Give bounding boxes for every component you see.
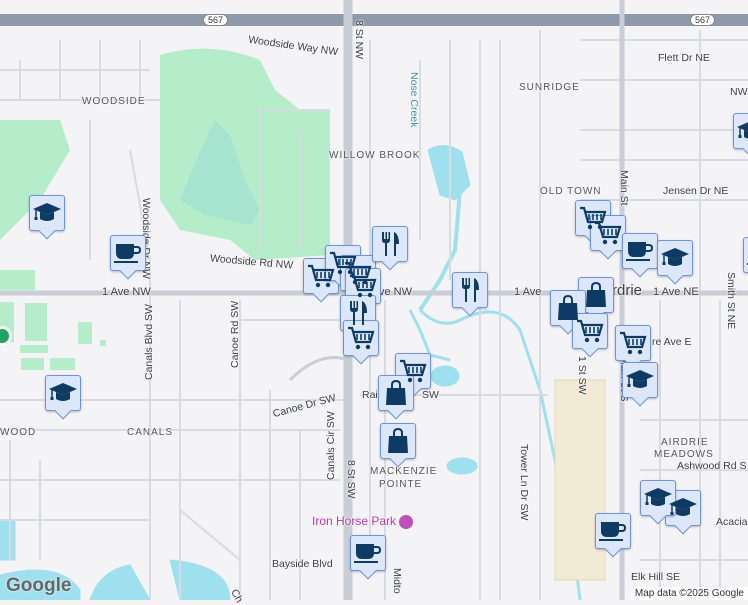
road-label-tower-ln: Tower Ln Dr SW xyxy=(518,444,530,521)
marker-box xyxy=(615,325,651,361)
bag-icon xyxy=(384,379,408,407)
road-label-acacia: Acacia xyxy=(716,516,748,528)
road-label-canals-blvd: Canals Blvd SW xyxy=(143,304,155,380)
map-marker-cup[interactable] xyxy=(622,233,658,278)
area-label-woodside: WOODSIDE xyxy=(82,96,146,107)
area-label-airdrie-meadows: AIRDRIE xyxy=(661,437,709,448)
map-attribution[interactable]: Map data ©2025 Google xyxy=(630,587,748,600)
map-marker-cutlery[interactable] xyxy=(452,272,488,317)
map-marker-cup[interactable] xyxy=(595,513,631,558)
google-logo: Google xyxy=(6,575,72,596)
map-marker-graduation[interactable] xyxy=(29,195,65,240)
cup-icon xyxy=(353,541,383,565)
road-label-1-ave: 1 Ave xyxy=(514,286,542,298)
graduation-icon xyxy=(625,368,655,392)
cup-icon xyxy=(113,241,143,265)
area-label-airdrie-meadows-2: MEADOWS xyxy=(654,449,714,460)
map-marker-graduation[interactable] xyxy=(45,375,81,420)
marker-box xyxy=(452,272,488,308)
map-marker-cup[interactable] xyxy=(743,237,748,281)
poi-label: Iron Horse Park xyxy=(312,514,397,528)
area-label-sunridge: SUNRIDGE xyxy=(519,82,580,93)
area-label-wood: WOOD xyxy=(0,427,37,438)
graduation-icon xyxy=(660,246,690,270)
poi-iron-horse-park[interactable]: Iron Horse Park xyxy=(312,514,414,529)
cup-icon xyxy=(598,519,628,543)
map-marker-graduation[interactable] xyxy=(622,362,658,407)
city-label-airdrie: rdrie xyxy=(612,282,643,299)
map-marker-cup[interactable] xyxy=(110,235,146,280)
highway-shield-567: 567 xyxy=(203,14,229,26)
map-marker-graduation[interactable] xyxy=(657,240,693,285)
road-label-canoe-rd: Canoe Rd SW xyxy=(229,300,241,368)
area-label-canals: CANALS xyxy=(127,427,174,438)
road-label-flett-dr: Flett Dr NE xyxy=(658,52,710,64)
road-label-main-st: Main St xyxy=(618,170,630,206)
road-label-1-ave-nw-2: ve NW xyxy=(379,286,412,298)
cart-icon xyxy=(594,220,622,246)
map-marker-cup[interactable] xyxy=(350,535,386,580)
road-label-1-ave-nw: 1 Ave NW xyxy=(102,286,151,298)
road-label-canals-cir: Canals Cir SW xyxy=(325,411,337,480)
highway-shield-567-east: 567 xyxy=(690,14,716,26)
graduation-icon xyxy=(32,201,62,225)
cup-icon xyxy=(625,239,655,263)
marker-box xyxy=(590,215,626,251)
marker-box xyxy=(578,277,614,313)
cart-icon xyxy=(349,273,377,299)
map-marker-cart[interactable] xyxy=(572,313,608,358)
graduation-icon xyxy=(643,486,673,510)
map-marker-graduation[interactable] xyxy=(733,113,748,158)
area-label-pointe: POINTE xyxy=(379,479,423,490)
marker-box xyxy=(372,226,408,262)
graduation-icon xyxy=(736,119,748,143)
cutlery-icon xyxy=(378,230,402,258)
road-label-ashwood-rd: Ashwood Rd S xyxy=(677,460,747,472)
graduation-icon xyxy=(48,381,78,405)
road-label-8-st-nw: 8 St NW xyxy=(353,20,365,60)
cart-icon xyxy=(619,330,647,356)
marker-box xyxy=(380,423,416,459)
bag-icon xyxy=(584,281,608,309)
bag-icon xyxy=(386,427,410,455)
marker-box xyxy=(743,237,748,273)
marker-box xyxy=(343,320,379,356)
map-marker-cutlery[interactable] xyxy=(372,226,408,271)
cart-icon xyxy=(347,325,375,351)
road-label-centre-ave: re Ave E xyxy=(652,336,692,348)
map-marker-cart[interactable] xyxy=(590,215,626,260)
road-label-midtown: Midto xyxy=(391,568,403,594)
water-label-nose-creek: Nose Creek xyxy=(408,72,420,128)
area-label-willowbrook: WILLOW BROOK xyxy=(329,150,421,161)
road-label-1-ave-ne: 1 Ave NE xyxy=(653,286,699,298)
road-label-bayside-blvd: Bayside Blvd xyxy=(272,558,333,570)
area-label-old-town: OLD TOWN xyxy=(540,186,602,197)
road-label-1-st-sw: 1 St SW xyxy=(576,356,588,395)
camera-icon xyxy=(399,514,414,529)
road-label-8-st-sw: 8 St SW xyxy=(345,460,357,499)
cutlery-icon xyxy=(458,276,482,304)
marker-box xyxy=(733,113,748,149)
map-marker-bag[interactable] xyxy=(380,423,416,468)
road-label-elk-hill: Elk Hill SE xyxy=(631,571,681,583)
road-label-jensen-dr: Jensen Dr NE xyxy=(663,185,729,197)
marker-box xyxy=(572,313,608,349)
road-label-smith-st: Smith St NE xyxy=(725,272,737,330)
road-label-nw: NW xyxy=(730,86,748,98)
cart-icon xyxy=(576,318,604,344)
map-marker-cart[interactable] xyxy=(343,320,379,365)
area-label-mackenzie: MACKENZIE xyxy=(370,466,438,477)
cutlery-icon xyxy=(346,299,370,327)
